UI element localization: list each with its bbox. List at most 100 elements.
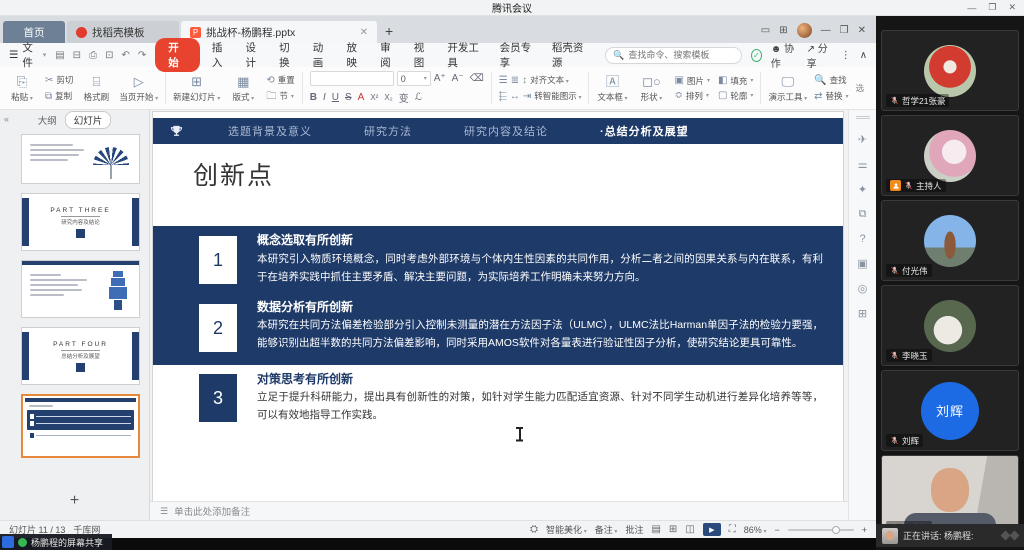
preview-icon[interactable]: ⊡	[105, 50, 113, 61]
meeting-restore-button[interactable]: ❐	[988, 2, 996, 13]
undo-icon[interactable]: ↶	[121, 50, 129, 61]
wps-account-avatar[interactable]	[797, 23, 812, 38]
fill-button[interactable]: ◧填充	[718, 75, 753, 87]
line-spacing-icon[interactable]: ↕	[522, 75, 527, 86]
tab-slides[interactable]: 幻灯片	[65, 111, 112, 129]
participant-tile[interactable]: 主持人	[881, 115, 1019, 196]
superscript-button[interactable]: X²	[370, 93, 378, 102]
new-tab-button[interactable]: +	[385, 23, 393, 39]
paste-button[interactable]: ⎘粘贴	[6, 74, 38, 103]
zoom-out-button[interactable]: −	[774, 525, 779, 535]
beautify-button[interactable]: 智能美化	[546, 523, 587, 536]
print-icon[interactable]: ⎙	[89, 50, 97, 61]
notes-bar[interactable]: ☰ 单击此处添加备注	[150, 501, 848, 520]
reading-view-icon[interactable]: ◫	[685, 524, 694, 535]
menu-tab-design[interactable]: 设计	[243, 40, 268, 70]
italic-button[interactable]: I	[323, 92, 326, 103]
copy-button[interactable]: ⧉复制	[45, 90, 73, 102]
cut-button[interactable]: ✂剪切	[45, 74, 73, 86]
outline-button[interactable]: ▢轮廓	[718, 90, 753, 102]
screen-share-overlay[interactable]: 杨鹏程的屏幕共享	[0, 534, 112, 550]
effects-icon[interactable]: ✦	[858, 183, 867, 196]
clear-format-icon[interactable]: ⌫	[470, 73, 484, 84]
properties-icon[interactable]: ⚌	[858, 158, 868, 171]
wps-minimize-button[interactable]: —	[821, 25, 831, 36]
color-wheel-icon[interactable]: ◎	[858, 282, 868, 295]
bullets-icon[interactable]: ☰	[499, 75, 508, 86]
sorter-view-icon[interactable]: ⊞	[669, 524, 677, 535]
tab-close-icon[interactable]: ✕	[360, 27, 368, 38]
thumbnail-slide-7[interactable]	[21, 134, 140, 184]
command-search-box[interactable]: 🔍	[605, 47, 742, 64]
zoom-slider[interactable]	[788, 529, 854, 531]
file-menu[interactable]: ☰ 文件 ▾	[9, 40, 46, 70]
menu-tab-review[interactable]: 审阅	[377, 40, 402, 70]
thumbnail-slide-11-current[interactable]: 11	[21, 394, 140, 458]
normal-view-icon[interactable]: ▤	[651, 524, 660, 535]
thumbnail-slide-10[interactable]: 10 PART FOUR 总结分析及展望	[21, 327, 140, 385]
menu-tab-member[interactable]: 会员专享	[497, 40, 540, 70]
menu-tab-animation[interactable]: 动画	[310, 40, 335, 70]
align-left-icon[interactable]: ⬱	[499, 91, 507, 102]
thumbnail-slide-8[interactable]: 8 PART THREE 研究内容及结论	[21, 193, 140, 251]
fit-slide-icon[interactable]: ⛶	[729, 524, 736, 535]
add-slide-button[interactable]: +	[0, 492, 149, 510]
notes-toggle-button[interactable]: 备注	[595, 523, 618, 536]
picture-button[interactable]: ▣图片	[674, 75, 709, 87]
font-decrease-icon[interactable]: A⁻	[452, 73, 464, 84]
highlight-button[interactable]: ℒ	[415, 92, 422, 103]
beautify-icon[interactable]: ⛭	[530, 524, 538, 535]
participant-tile[interactable]: 李晓玉	[881, 285, 1019, 366]
share-button[interactable]: ↗ 分享	[807, 40, 832, 70]
present-tools-button[interactable]: 🖵演示工具	[768, 74, 807, 103]
play-current-button[interactable]: ▷当页开始	[119, 74, 158, 103]
collapse-panel-icon[interactable]: «	[4, 114, 9, 124]
image-tool-icon[interactable]: ▣	[857, 257, 867, 270]
output-icon[interactable]: ⊟	[73, 50, 81, 61]
menu-tab-transition[interactable]: 切换	[276, 40, 301, 70]
quick-share-icon[interactable]: ✈	[858, 133, 867, 146]
strikethrough-button[interactable]: S	[345, 92, 352, 103]
font-family-combobox[interactable]	[310, 71, 394, 86]
screen-record-icon[interactable]: ⊞	[858, 307, 867, 320]
subscript-button[interactable]: X₂	[384, 93, 392, 102]
format-painter-button[interactable]: ⌸格式刷	[80, 74, 112, 103]
participant-tile[interactable]: 哲学21张豪	[881, 30, 1019, 111]
help-icon[interactable]: ?	[859, 233, 865, 245]
reset-button[interactable]: ⟲重置	[266, 74, 294, 86]
thumbnail-slide-9[interactable]: 9	[21, 260, 140, 318]
meeting-close-button[interactable]: ✕	[1008, 2, 1016, 13]
menu-tab-start[interactable]: 开始	[155, 38, 200, 72]
comments-button[interactable]: 批注	[625, 523, 643, 536]
layout-button[interactable]: ▦版式	[227, 74, 259, 103]
menu-tab-devtools[interactable]: 开发工具	[444, 40, 487, 70]
objects-icon[interactable]: ⧉	[859, 208, 867, 221]
menu-tab-slideshow[interactable]: 放映	[343, 40, 368, 70]
text-effects-button[interactable]: 变	[399, 90, 409, 105]
menu-tab-insert[interactable]: 插入	[209, 40, 234, 70]
zoom-in-button[interactable]: +	[862, 525, 867, 535]
layout-view-icon[interactable]: ▭	[761, 25, 770, 36]
meeting-minimize-button[interactable]: —	[967, 3, 976, 13]
bold-button[interactable]: B	[310, 92, 317, 103]
section-button[interactable]: 🗀节	[266, 90, 294, 102]
arrange-button[interactable]: ≎排列	[674, 90, 709, 102]
cloud-sync-icon[interactable]: ✓	[751, 49, 762, 62]
font-color-button[interactable]: A	[358, 92, 365, 103]
slide-canvas[interactable]: 选题背景及意义 研究方法 研究内容及结论 ·总结分析及展望 创新点 1 概念选取…	[153, 112, 843, 501]
align-center-icon[interactable]: ↔	[510, 91, 520, 102]
shape-button[interactable]: ◻○形状	[635, 74, 667, 103]
text-box-button[interactable]: 🄰文本框	[596, 74, 628, 103]
participant-tile[interactable]: 付光伟	[881, 200, 1019, 281]
menu-tab-docer-resources[interactable]: 稻壳资源	[549, 40, 592, 70]
indent-icon[interactable]: ⇥	[523, 91, 531, 102]
grid-apps-icon[interactable]: ⊞	[779, 25, 787, 36]
font-increase-icon[interactable]: A⁺	[434, 73, 446, 84]
zoom-level[interactable]: 86%	[744, 525, 767, 535]
wps-restore-button[interactable]: ❐	[840, 25, 849, 36]
menu-tab-view[interactable]: 视图	[411, 40, 436, 70]
slideshow-play-button[interactable]: ▶	[703, 523, 721, 536]
rail-handle[interactable]	[856, 116, 870, 119]
tab-outline[interactable]: 大纲	[38, 113, 57, 127]
taskbar-app-icon[interactable]	[2, 536, 14, 548]
